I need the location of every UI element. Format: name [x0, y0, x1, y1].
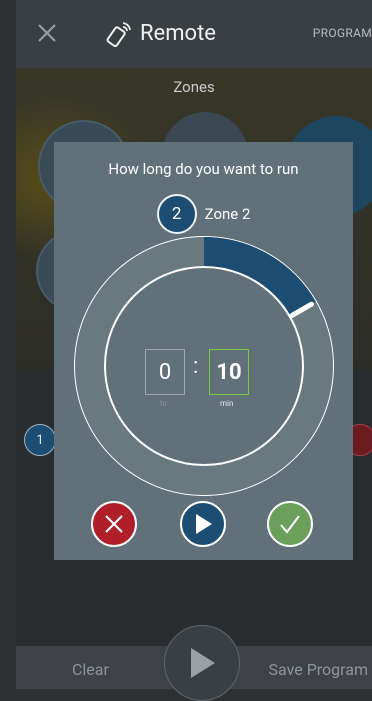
app-brand: Remote — [106, 16, 216, 50]
duration-dial[interactable] — [73, 235, 335, 497]
dial-inner-ring — [104, 266, 304, 466]
cancel-button[interactable] — [91, 501, 137, 547]
minutes-unit-label: min — [220, 399, 234, 408]
tab-program[interactable]: PROGRAM — [313, 26, 372, 40]
app-title: Remote — [140, 20, 216, 46]
hours-unit-label: hr — [160, 399, 168, 408]
time-separator: : — [193, 354, 199, 379]
play-icon — [191, 648, 215, 678]
dialog-title: How long do you want to run — [108, 160, 299, 178]
close-icon — [105, 515, 123, 533]
zone-name-label: Zone 2 — [204, 205, 251, 223]
hours-field[interactable]: 0 — [145, 349, 185, 395]
top-app-bar: Remote PROGRAM — [16, 0, 372, 68]
minutes-field[interactable]: 10 — [209, 349, 249, 395]
play-icon — [196, 514, 212, 534]
run-duration-dialog: How long do you want to run 2 Zone 2 0 :… — [54, 142, 353, 560]
program-zone-badge[interactable]: 1 — [24, 424, 56, 456]
zone-number-badge: 2 — [156, 194, 197, 234]
check-icon — [280, 515, 300, 534]
zones-section-title: Zones — [173, 78, 215, 96]
clear-button[interactable]: Clear — [72, 660, 109, 679]
save-program-button[interactable]: Save Program — [269, 660, 369, 679]
zone-indicator: 2 Zone 2 — [54, 194, 353, 234]
run-program-button[interactable] — [164, 625, 240, 701]
remote-icon — [106, 22, 131, 47]
start-now-button[interactable] — [180, 501, 226, 547]
confirm-button[interactable] — [267, 501, 313, 547]
close-icon[interactable] — [36, 22, 58, 44]
